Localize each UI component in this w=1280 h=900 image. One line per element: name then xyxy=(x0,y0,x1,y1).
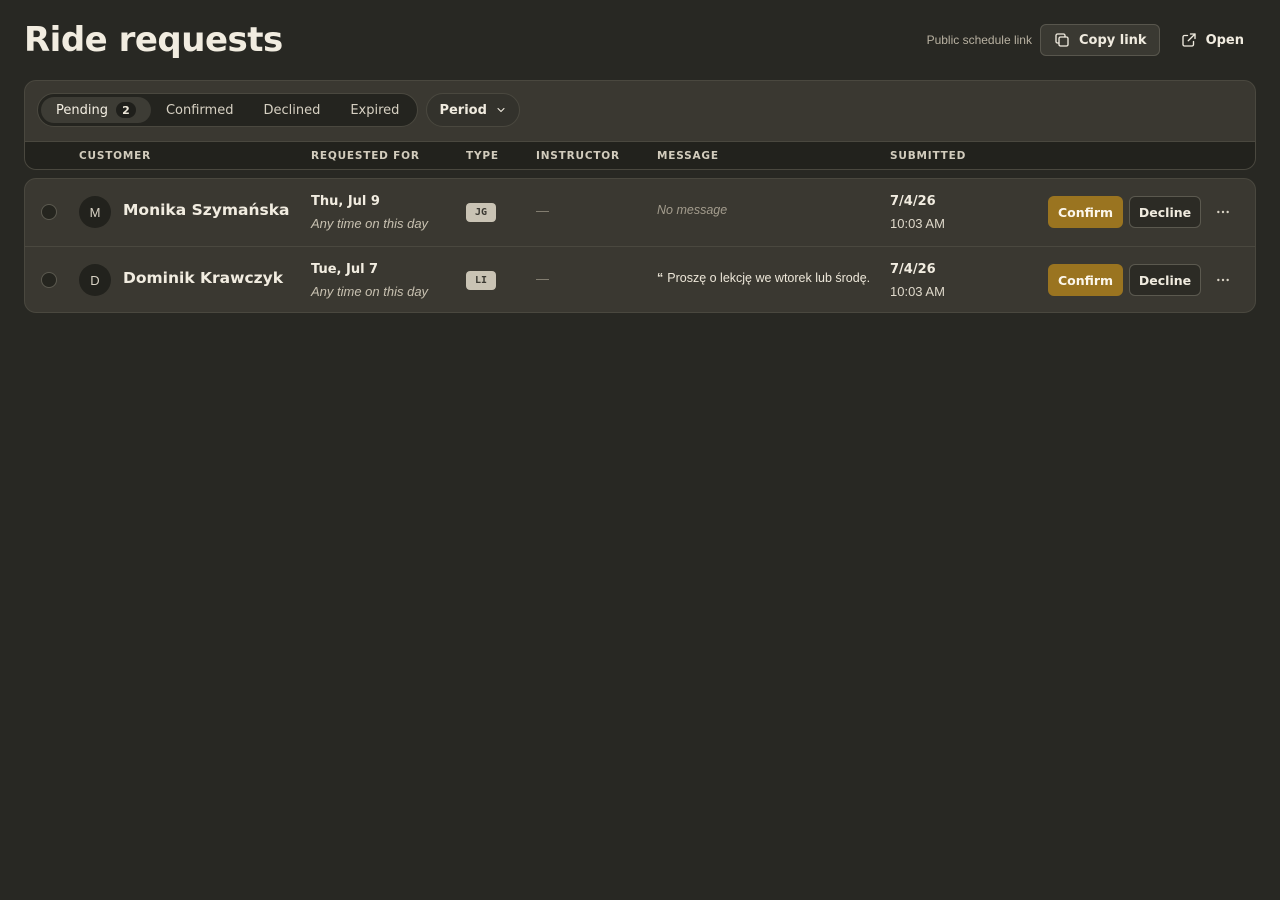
customer-name: Monika Szymańska xyxy=(123,201,290,219)
more-options-button[interactable] xyxy=(1211,200,1235,224)
copy-icon xyxy=(1055,33,1069,47)
decline-button[interactable]: Decline xyxy=(1129,196,1201,228)
table-row: M Monika Szymańska Thu, Jul 9 Any time o… xyxy=(25,179,1255,246)
requests-table: M Monika Szymańska Thu, Jul 9 Any time o… xyxy=(24,178,1256,313)
tab-confirmed[interactable]: Confirmed xyxy=(151,97,249,123)
header-actions: Public schedule link Copy link Open xyxy=(927,24,1256,56)
submitted-date: 7/4/26 xyxy=(890,262,936,277)
type-badge: JG xyxy=(466,203,496,222)
copy-link-button[interactable]: Copy link xyxy=(1039,24,1160,56)
message-text: No message xyxy=(657,203,728,217)
submitted-time: 10:03 AM xyxy=(890,284,945,299)
tab-pending-label: Pending xyxy=(56,102,108,118)
period-label: Period xyxy=(439,102,487,118)
more-horizontal-icon xyxy=(1217,210,1229,214)
instructor-value: — xyxy=(536,271,549,286)
chevron-down-icon xyxy=(497,107,505,113)
row-select-checkbox[interactable] xyxy=(41,272,57,288)
column-submitted[interactable]: SUBMITTED xyxy=(890,150,966,162)
column-message[interactable]: MESSAGE xyxy=(657,150,719,162)
tab-pending[interactable]: Pending 2 xyxy=(41,97,151,123)
requested-date: Thu, Jul 9 xyxy=(311,194,380,209)
decline-button[interactable]: Decline xyxy=(1129,264,1201,296)
share-link-label: Public schedule link xyxy=(926,33,1032,47)
requested-time: Any time on this day xyxy=(311,284,429,299)
table-header: CUSTOMER REQUESTED FOR TYPE INSTRUCTOR M… xyxy=(25,141,1255,169)
submitted-time: 10:03 AM xyxy=(890,216,945,231)
copy-link-label: Copy link xyxy=(1078,32,1147,48)
open-link-label: Open xyxy=(1205,32,1244,48)
avatar: D xyxy=(79,264,111,296)
filter-bar: Pending 2 Confirmed Declined Expired Per… xyxy=(37,93,520,127)
more-horizontal-icon xyxy=(1217,278,1229,282)
column-type[interactable]: TYPE xyxy=(466,150,499,162)
avatar: M xyxy=(79,196,111,228)
period-select[interactable]: Period xyxy=(426,93,520,127)
message-body: Proszę o lekcję we wtorek lub środę. xyxy=(667,271,871,285)
tab-expired[interactable]: Expired xyxy=(335,97,414,123)
external-link-icon xyxy=(1181,33,1196,47)
tab-declined[interactable]: Declined xyxy=(248,97,335,123)
column-instructor[interactable]: INSTRUCTOR xyxy=(536,150,620,162)
requested-time: Any time on this day xyxy=(311,216,429,231)
customer-name: Dominik Krawczyk xyxy=(123,269,284,287)
filter-card: Pending 2 Confirmed Declined Expired Per… xyxy=(24,80,1256,170)
column-customer[interactable]: CUSTOMER xyxy=(79,150,151,162)
more-options-button[interactable] xyxy=(1211,268,1235,292)
table-row: D Dominik Krawczyk Tue, Jul 7 Any time o… xyxy=(25,246,1255,312)
column-requested-for[interactable]: REQUESTED FOR xyxy=(311,150,420,162)
message-text: “Proszę o lekcję we wtorek lub środę. xyxy=(657,271,870,285)
type-badge: LI xyxy=(466,271,496,290)
confirm-button[interactable]: Confirm xyxy=(1048,264,1123,296)
confirm-button[interactable]: Confirm xyxy=(1048,196,1123,228)
pending-count-badge: 2 xyxy=(115,102,136,118)
quote-icon: “ xyxy=(657,271,664,285)
page-title: Ride requests xyxy=(24,20,283,60)
open-link-button[interactable]: Open xyxy=(1168,24,1256,56)
instructor-value: — xyxy=(536,203,549,218)
requested-date: Tue, Jul 7 xyxy=(311,262,379,277)
submitted-date: 7/4/26 xyxy=(890,194,936,209)
row-select-checkbox[interactable] xyxy=(41,204,57,220)
status-tabs: Pending 2 Confirmed Declined Expired xyxy=(37,93,419,127)
